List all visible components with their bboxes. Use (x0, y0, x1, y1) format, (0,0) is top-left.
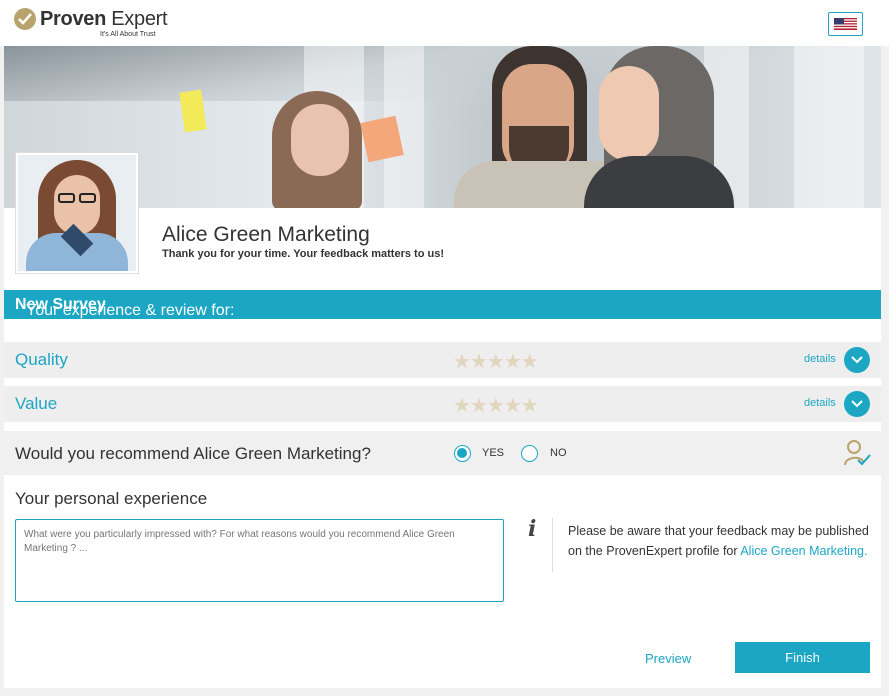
details-link[interactable]: details (804, 353, 836, 365)
rating-row-value: Value ★★★★★ details (4, 386, 881, 422)
rating-label: Value (15, 394, 58, 413)
star-icon[interactable]: ★ (453, 351, 471, 373)
recommend-row: Would you recommend Alice Green Marketin… (4, 431, 881, 475)
info-divider (552, 518, 553, 572)
star-icon[interactable]: ★ (470, 351, 488, 373)
language-selector-button[interactable] (828, 12, 863, 36)
review-card: Alice Green Marketing Thank you for your… (4, 46, 881, 688)
star-icon[interactable]: ★ (504, 351, 522, 373)
logo-wordmark: Proven Expert (40, 8, 168, 30)
page: Proven Expert It's All About Trust Alice… (0, 0, 889, 696)
recommend-yes-radio[interactable] (454, 445, 471, 462)
chevron-down-icon (851, 356, 863, 364)
star-icon[interactable]: ★ (521, 395, 539, 417)
logo-tagline: It's All About Trust (100, 31, 156, 38)
star-rating-input[interactable]: ★★★★★ (453, 393, 539, 418)
check-badge-icon (14, 8, 36, 30)
top-header: Proven Expert It's All About Trust (0, 0, 889, 46)
star-icon[interactable]: ★ (453, 395, 471, 417)
expand-details-button[interactable] (844, 391, 870, 417)
star-icon[interactable]: ★ (487, 395, 505, 417)
rating-label: Quality (15, 350, 68, 369)
details-link[interactable]: details (804, 397, 836, 409)
chevron-down-icon (851, 400, 863, 408)
provenexpert-logo[interactable]: Proven Expert It's All About Trust (14, 8, 174, 42)
recommend-no-label[interactable]: NO (550, 447, 567, 459)
publish-notice: Please be aware that your feedback may b… (568, 524, 869, 558)
star-icon[interactable]: ★ (487, 351, 505, 373)
survey-title-bar: Your experience & review for: New Survey (4, 290, 881, 319)
company-profile-link[interactable]: Alice Green Marketing. (740, 544, 867, 558)
recommend-question: Would you recommend Alice Green Marketin… (15, 444, 371, 463)
expand-details-button[interactable] (844, 347, 870, 373)
info-icon: i (528, 516, 537, 542)
star-rating-input[interactable]: ★★★★★ (453, 349, 539, 374)
survey-title-prefix: Your experience & review for: (26, 302, 235, 319)
thank-you-message: Thank you for your time. Your feedback m… (162, 248, 444, 260)
us-flag-icon (834, 18, 857, 30)
star-icon[interactable]: ★ (504, 395, 522, 417)
experience-textarea[interactable] (15, 519, 504, 602)
star-icon[interactable]: ★ (470, 395, 488, 417)
recommend-no-radio[interactable] (521, 445, 538, 462)
preview-link[interactable]: Preview (645, 651, 691, 666)
star-icon[interactable]: ★ (521, 351, 539, 373)
experience-title: Your personal experience (15, 489, 208, 508)
recommend-yes-label[interactable]: YES (482, 447, 504, 459)
company-name: Alice Green Marketing (162, 223, 370, 246)
finish-button[interactable]: Finish (735, 642, 870, 673)
user-recommend-icon (844, 440, 871, 466)
rating-row-quality: Quality ★★★★★ details (4, 342, 881, 378)
profile-avatar (15, 152, 139, 274)
